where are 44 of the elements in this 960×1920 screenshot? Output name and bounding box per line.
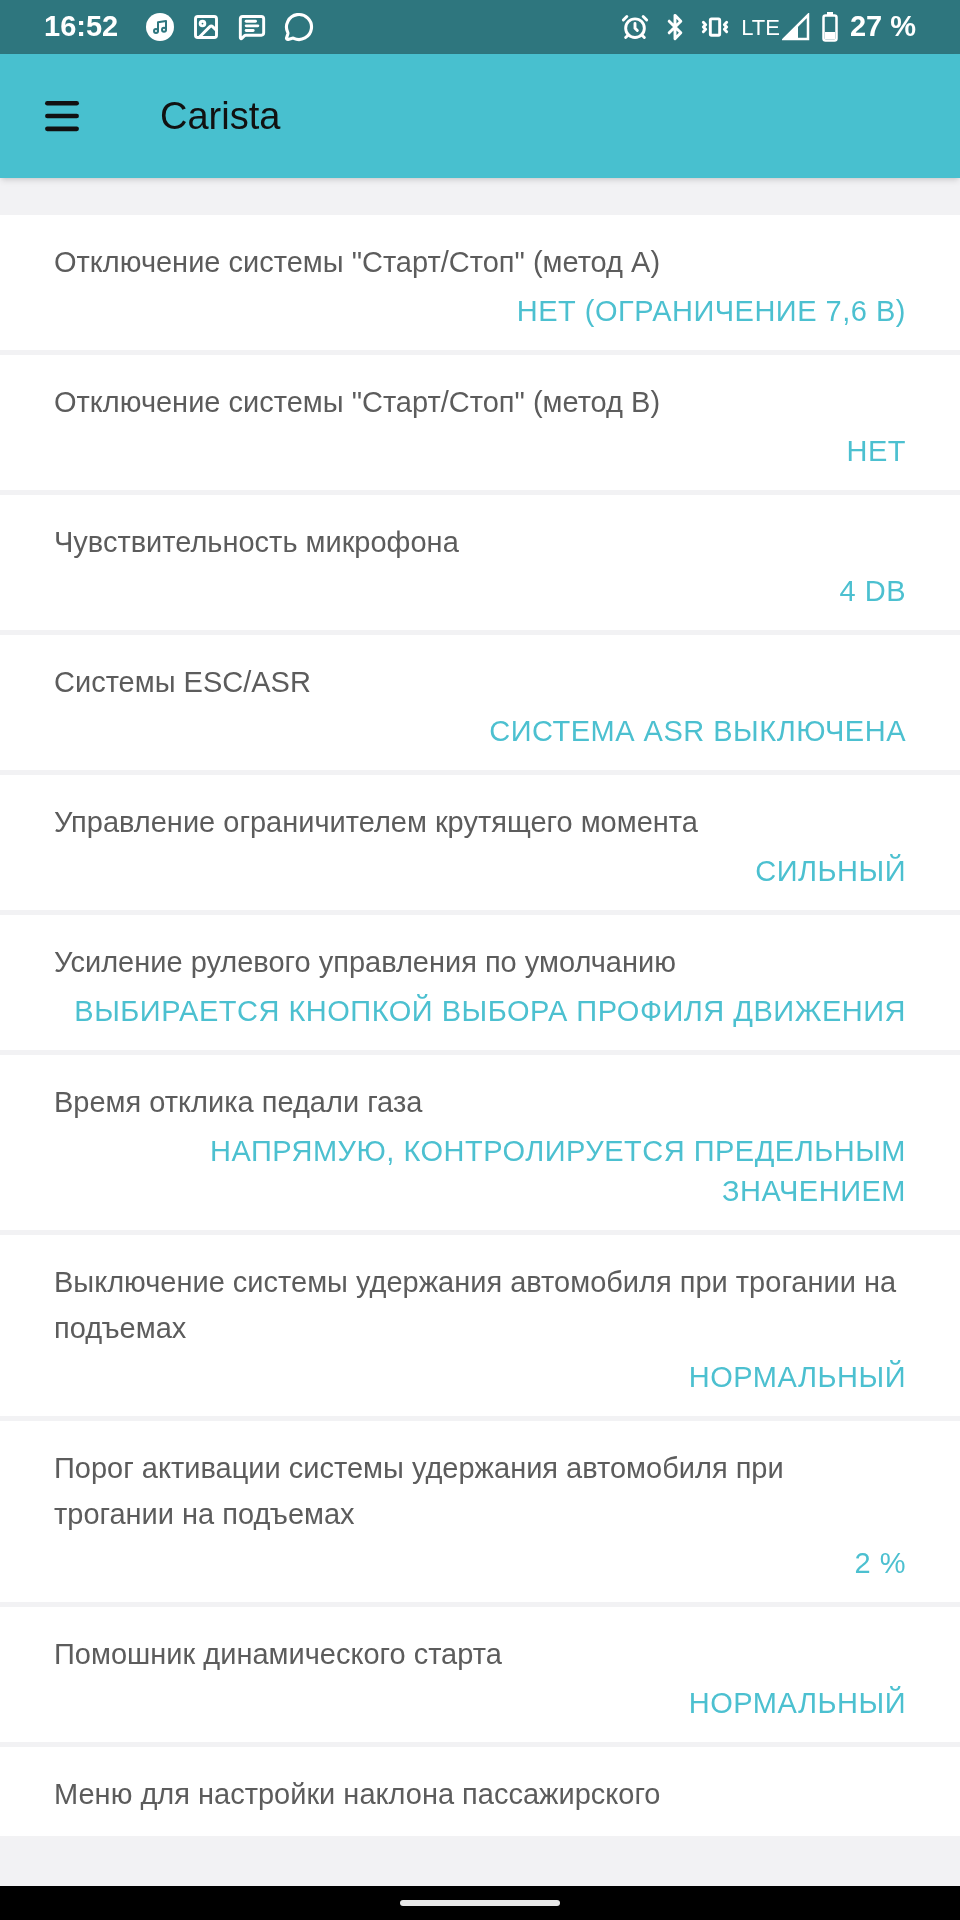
setting-value: НОРМАЛЬНЫЙ [687,1685,906,1721]
setting-title: Отключение системы "Старт/Стоп" (метод А) [54,245,662,280]
setting-value: 4 DB [838,574,906,609]
setting-value: СИЛЬНЫЙ [754,853,906,889]
setting-title: Управление ограничителем крутящего момента [54,805,699,840]
setting-row[interactable]: Отключение системы "Старт/Стоп" (метод А) НЕТ (ОГРАНИЧЕНИЕ 7,6 В) [0,215,960,350]
signal-icon [781,13,810,41]
setting-row[interactable]: Помошник динамического старта НОРМАЛЬНЫЙ [0,1607,960,1742]
setting-row[interactable]: Время отклика педали газа НАПРЯМУЮ, КОНТРОЛИРУЕТСЯ ПРЕДЕЛЬНЫМ ЗНАЧЕНИЕМ [0,1055,960,1230]
setting-row[interactable]: Отключение системы "Старт/Стоп" (метод В) НЕТ [0,355,960,490]
setting-row[interactable]: Усиление рулевого управления по умолчанию ВЫБИРАЕТСЯ КНОПКОЙ ВЫБОРА ПРОФИЛЯ ДВИЖЕНИЯ [0,915,960,1050]
network-type: LTE [741,13,780,42]
alarm-icon [621,13,650,41]
setting-title: Время отклика педали газа [54,1085,424,1120]
setting-value: НАПРЯМУЮ, КОНТРОЛИРУЕТСЯ ПРЕДЕЛЬНЫМ ЗНАЧЕНИЕМ [209,1134,906,1209]
setting-title: Меню для настройки наклона пассажирского [54,1777,662,1812]
setting-title: Системы ESC/ASR [54,665,312,700]
setting-row[interactable]: Системы ESC/ASR СИСТЕМА ASR ВЫКЛЮЧЕНА [0,635,960,770]
app-title: Carista [160,93,281,139]
setting-title: Чувствительность микрофона [54,525,460,560]
setting-value: НОРМАЛЬНЫЙ [687,1359,906,1395]
setting-row[interactable]: Чувствительность микрофона 4 DB [0,495,960,630]
setting-title: Усиление рулевого управления по умолчанию [54,945,677,980]
setting-value: НЕТ (ОГРАНИЧЕНИЕ 7,6 В) [515,294,906,329]
home-handle[interactable] [400,1900,560,1906]
chat-bubble-icon [284,12,315,42]
setting-value: СИСТЕМА ASR ВЫКЛЮЧЕНА [488,714,906,749]
setting-row[interactable]: Управление ограничителем крутящего момента СИЛЬНЫЙ [0,775,960,910]
battery-icon [821,12,838,42]
image-icon [192,13,221,41]
setting-title: Помошник динамического старта [54,1637,503,1672]
setting-title: Отключение системы "Старт/Стоп" (метод В) [54,385,662,420]
message-icon [238,13,267,41]
setting-value: ВЫБИРАЕТСЯ КНОПКОЙ ВЫБОРА ПРОФИЛЯ ДВИЖЕНИЯ [73,993,906,1029]
clock-time: 16:52 [44,9,119,45]
setting-title: Порог активации системы удержания автомобиля при трогании на подъемах [54,1451,785,1532]
setting-row[interactable]: Выключение системы удержания автомобиля при трогании на подъемах НОРМАЛЬНЫЙ [0,1235,960,1416]
setting-value: 2 % [853,1546,906,1581]
setting-row[interactable]: Меню для настройки наклона пассажирского [0,1747,960,1836]
battery-percent: 27 % [849,9,916,45]
music-note-icon [146,13,175,41]
setting-title: Выключение системы удержания автомобиля при трогании на подъемах [54,1265,898,1346]
setting-value: НЕТ [845,434,906,469]
setting-row[interactable]: Порог активации системы удержания автомобиля при трогании на подъемах 2 % [0,1421,960,1602]
